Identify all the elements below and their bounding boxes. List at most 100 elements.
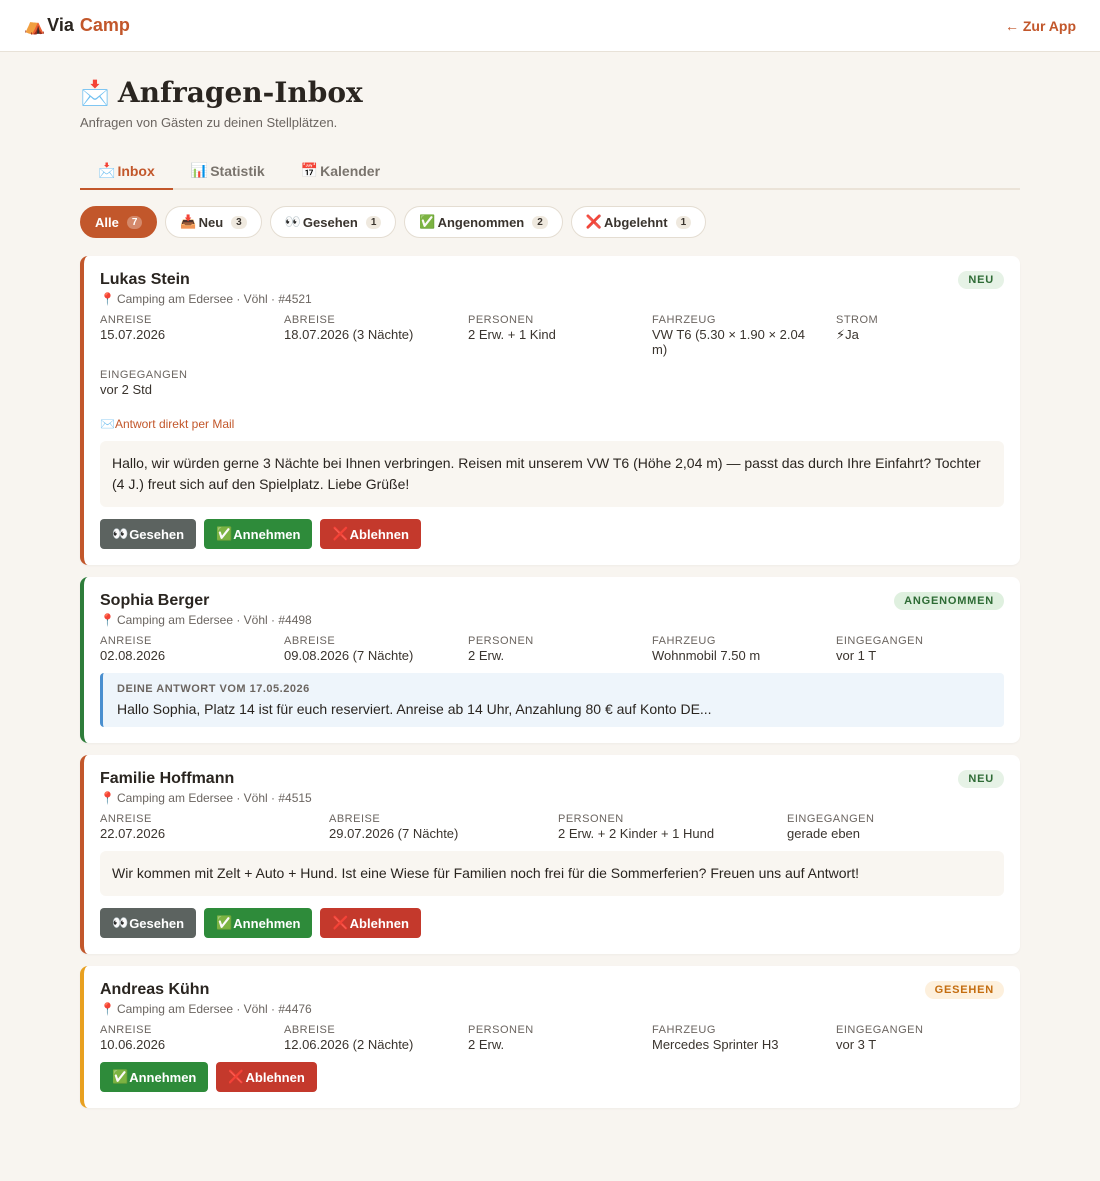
guest-name: Lukas Stein [100,271,190,288]
location-text: Camping am Edersee · Vöhl · #4476 [116,1002,312,1016]
cross-icon: ❌ [332,915,349,930]
check-icon: ✅ [419,214,436,229]
logo-via: Via [47,15,74,35]
logo-camp: Camp [79,15,130,35]
request-card: Lukas Stein 📍 Camping am Edersee · Vöhl … [80,256,1020,565]
detail-vehicle: FAHRZEUG VW T6 (5.30 × 1.90 × 2.04 m) [652,314,805,357]
inbox-tray-icon: 📩 [80,78,110,107]
detail-received: EINGEGANGEN vor 1 T [836,635,924,663]
main-content: 📩 Anfragen-Inbox Anfragen von Gästen zu … [80,52,1020,1108]
tab-label: Statistik [210,162,265,179]
location: 📍 Camping am Edersee · Vöhl · #4521 [100,292,312,306]
request-card: Andreas Kühn 📍 Camping am Edersee · Vöhl… [80,966,1020,1108]
tab-inbox[interactable]: 📩 Inbox [80,154,173,190]
tab-label: Kalender [320,162,381,179]
back-to-app-link[interactable]: ← Zur App [1005,18,1076,34]
filter-rejected[interactable]: ❌ Abgelehnt 1 [570,206,707,238]
filter-count: 2 [532,215,548,229]
reject-button[interactable]: ❌ Ablehnen [320,519,421,549]
location: 📍 Camping am Edersee · Vöhl · #4515 [100,791,312,805]
bolt-icon: ⚡ [836,327,846,342]
detail-departure: ABREISE 09.08.2026 (7 Nächte) [284,635,414,663]
location-text: Camping am Edersee · Vöhl · #4515 [116,791,312,805]
request-details: ANREISE 15.07.2026 ABREISE 18.07.2026 (3… [100,314,1004,405]
tab-kalender[interactable]: 📅 Kalender [283,154,398,190]
detail-arrival: ANREISE 02.08.2026 [100,635,166,663]
detail-received: EINGEGANGEN vor 3 T [836,1024,924,1052]
filter-count: 1 [675,215,692,229]
response-text: Hallo Sophia, Platz 14 ist für euch rese… [117,701,712,717]
filter-label: Gesehen [302,214,358,230]
accept-button[interactable]: ✅ Annehmen [204,519,313,549]
request-details: ANREISE 02.08.2026 ABREISE 09.08.2026 (7… [100,635,1004,671]
eyes-icon: 👀 [112,915,129,930]
check-icon: ✅ [216,915,233,930]
pin-icon: 📍 [100,613,115,627]
accept-button[interactable]: ✅ Annehmen [204,908,313,938]
card-actions: ✅ Annehmen ❌ Ablehnen [100,1062,1004,1092]
tab-label: Inbox [117,162,155,179]
request-details: ANREISE 10.06.2026 ABREISE 12.06.2026 (2… [100,1024,1004,1060]
request-card: Familie Hoffmann 📍 Camping am Edersee · … [80,755,1020,954]
filter-count: 1 [365,215,382,229]
guest-name: Familie Hoffmann [100,770,235,787]
detail-persons: PERSONEN 2 Erw. + 2 Kinder + 1 Hund [558,813,715,841]
status-badge: NEU [958,271,1004,289]
status-badge: GESEHEN [924,981,1004,999]
request-details: ANREISE 22.07.2026 ABREISE 29.07.2026 (7… [100,813,1004,849]
page-title: 📩 Anfragen-Inbox [80,76,1020,109]
detail-persons: PERSONEN 2 Erw. [468,1024,534,1052]
detail-received: EINGEGANGEN gerade eben [787,813,875,841]
filter-label: Angenommen [437,214,525,230]
check-icon: ✅ [216,526,233,541]
reject-button[interactable]: ❌ Ablehnen [320,908,421,938]
status-badge: NEU [958,770,1004,788]
detail-arrival: ANREISE 22.07.2026 [100,813,166,841]
location: 📍 Camping am Edersee · Vöhl · #4498 [100,613,312,627]
response-label: DEINE ANTWORT VOM 17.05.2026 [117,683,310,695]
tab-statistik[interactable]: 📊 Statistik [173,154,283,190]
pin-icon: 📍 [100,292,115,306]
location-text: Camping am Edersee · Vöhl · #4521 [116,292,312,306]
pin-icon: 📍 [100,791,115,805]
mail-icon: ✉️ [100,417,115,431]
status-filters: Alle 7 📥 Neu 3 👀 Gesehen 1 ✅ Angenommen … [80,206,1020,238]
reject-button[interactable]: ❌ Ablehnen [216,1062,317,1092]
detail-vehicle: FAHRZEUG Mercedes Sprinter H3 [652,1024,779,1052]
mark-seen-button[interactable]: 👀 Gesehen [100,519,197,549]
detail-departure: ABREISE 29.07.2026 (7 Nächte) [329,813,459,841]
accept-button[interactable]: ✅ Annehmen [100,1062,209,1092]
reply-mail-link[interactable]: ✉️ Antwort direkt per Mail [100,417,1004,431]
detail-departure: ABREISE 12.06.2026 (2 Nächte) [284,1024,414,1052]
request-card: Sophia Berger 📍 Camping am Edersee · Vöh… [80,577,1020,743]
location: 📍 Camping am Edersee · Vöhl · #4476 [100,1002,312,1016]
status-badge: ANGENOMMEN [894,592,1004,610]
cross-icon: ❌ [585,214,602,229]
detail-vehicle: FAHRZEUG Wohnmobil 7.50 m [652,635,761,663]
detail-persons: PERSONEN 2 Erw. [468,635,534,663]
mark-seen-button[interactable]: 👀 Gesehen [100,908,197,938]
page-subtitle: Anfragen von Gästen zu deinen Stellplätz… [80,115,338,130]
filter-accepted[interactable]: ✅ Angenommen 2 [404,206,563,238]
detail-persons: PERSONEN 2 Erw. + 1 Kind [468,314,556,342]
eyes-icon: 👀 [284,214,301,229]
filter-label: Neu [198,214,224,230]
filter-all[interactable]: Alle 7 [80,206,158,238]
check-icon: ✅ [112,1069,129,1084]
location-text: Camping am Edersee · Vöhl · #4498 [116,613,312,627]
cross-icon: ❌ [228,1069,245,1084]
detail-arrival: ANREISE 15.07.2026 [100,314,166,342]
request-list: Lukas Stein 📍 Camping am Edersee · Vöhl … [80,256,1020,1108]
calendar-icon: 📅 [300,162,319,178]
detail-received: EINGEGANGEN vor 2 Std [100,369,188,397]
detail-power: STROM ⚡Ja [836,314,879,342]
guest-message: Wir kommen mit Zelt + Auto + Hund. Ist e… [100,851,1004,896]
filter-count: 7 [126,215,143,229]
logo[interactable]: ⛺ Via Camp [24,15,130,36]
filter-new[interactable]: 📥 Neu 3 [165,206,262,238]
cross-icon: ❌ [332,526,349,541]
filter-seen[interactable]: 👀 Gesehen 1 [269,206,397,238]
host-response: DEINE ANTWORT VOM 17.05.2026 Hallo Sophi… [100,673,1004,727]
detail-arrival: ANREISE 10.06.2026 [100,1024,166,1052]
card-actions: 👀 Gesehen ✅ Annehmen ❌ Ablehnen [100,519,1004,549]
